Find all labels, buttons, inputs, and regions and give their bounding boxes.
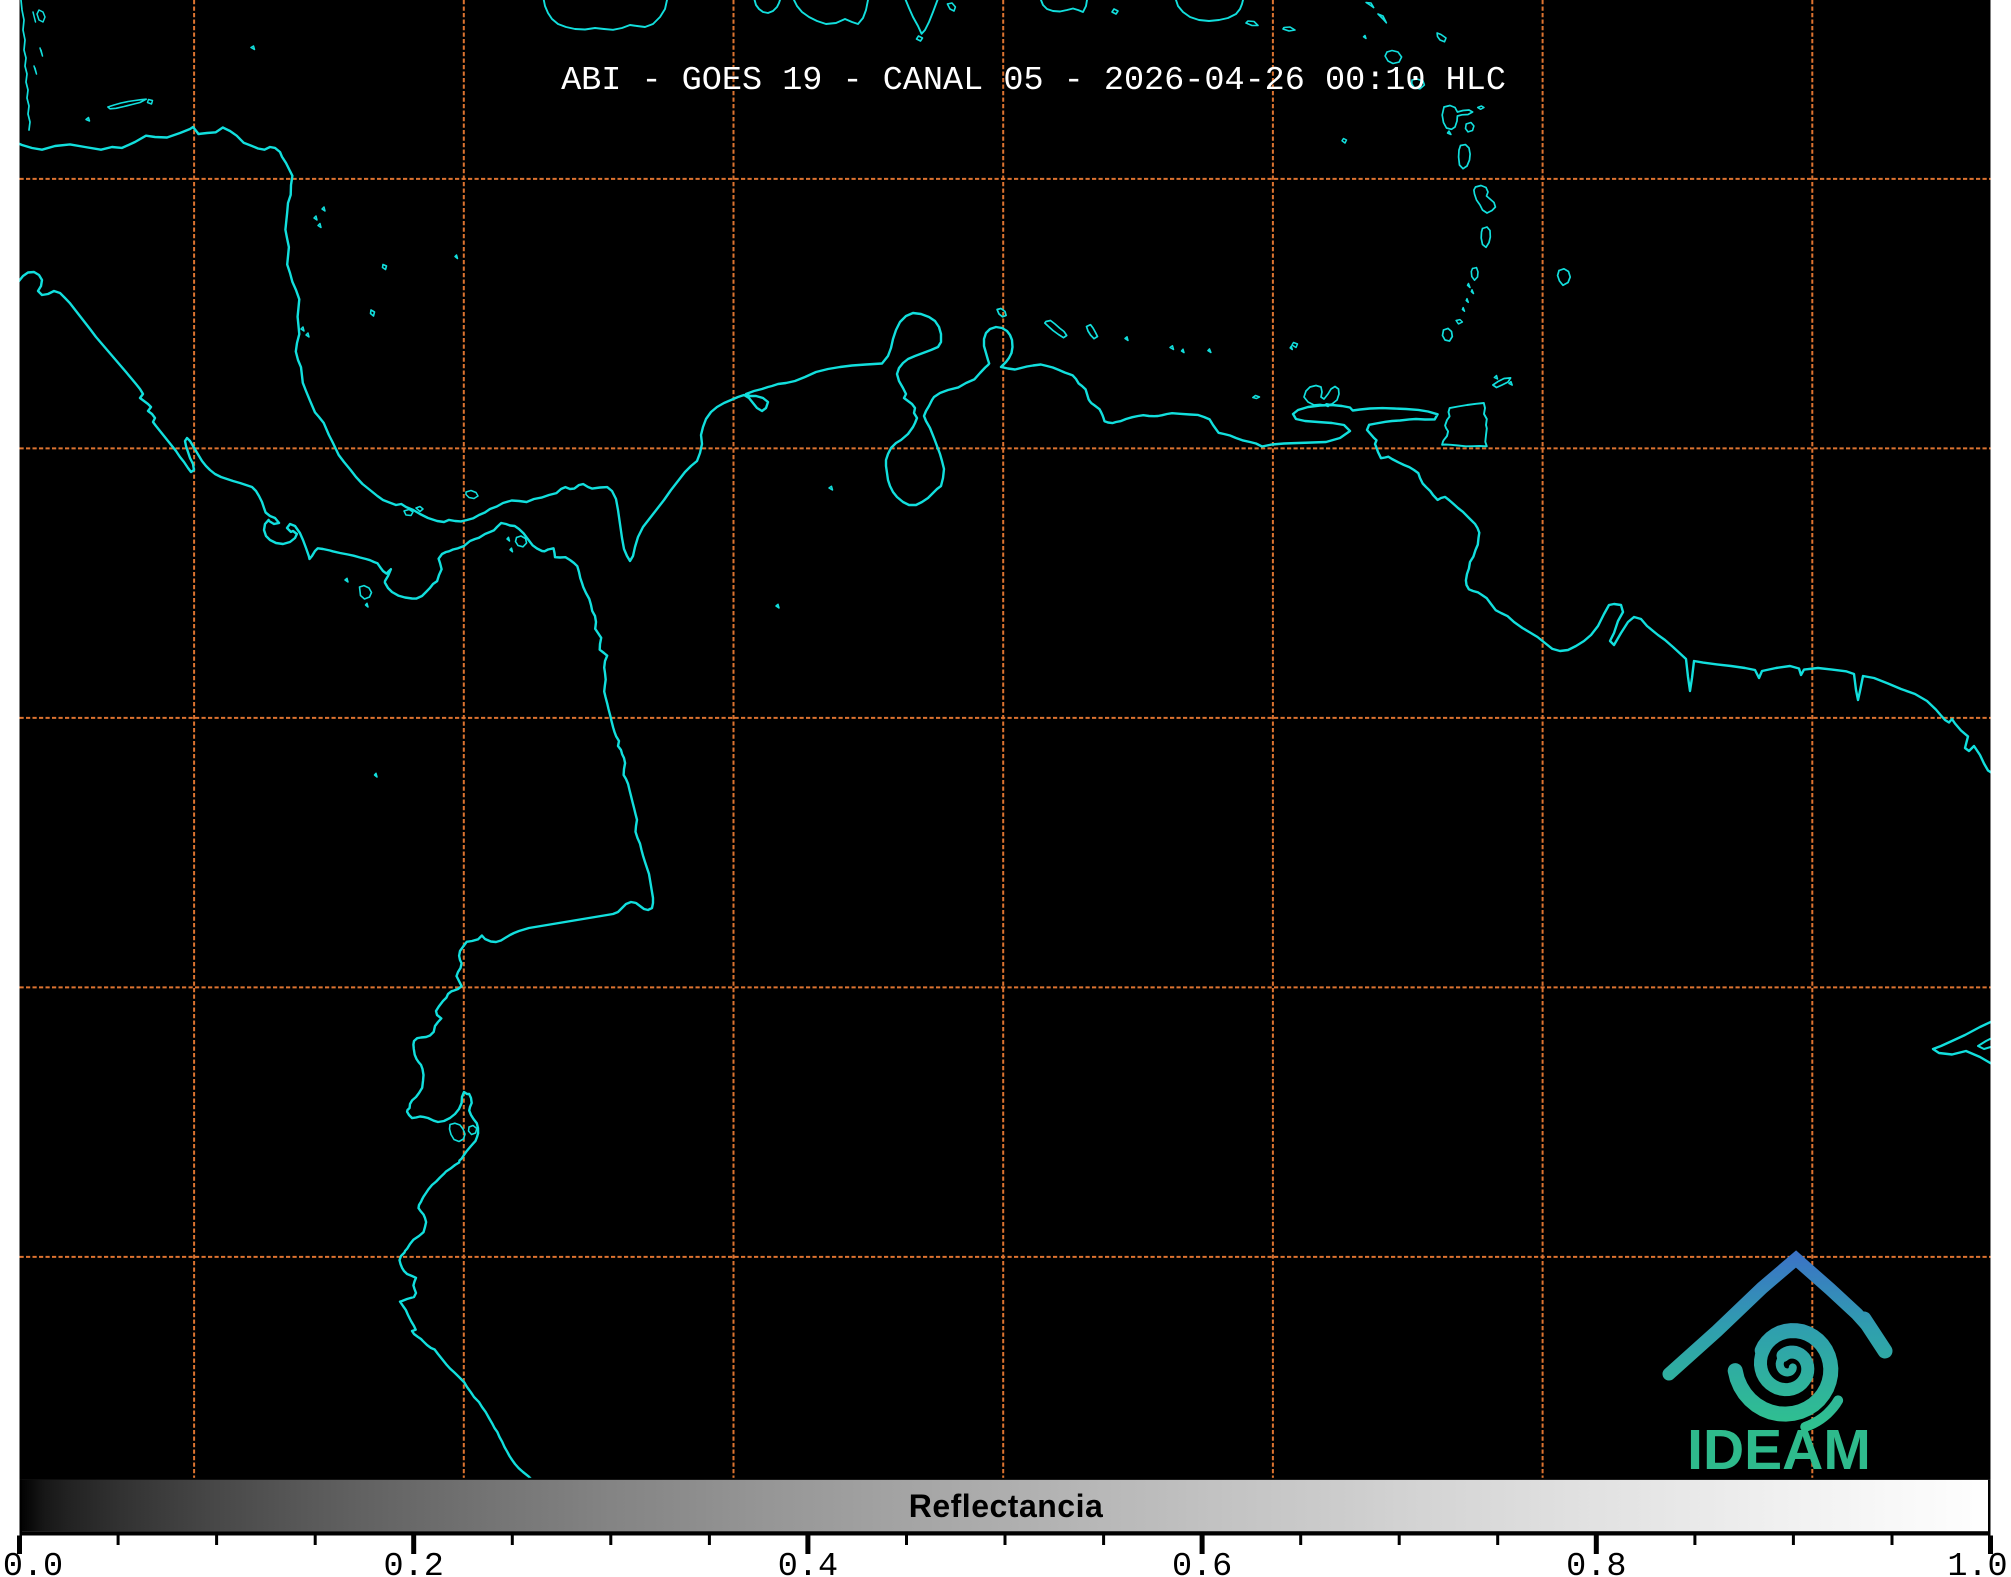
svg-text:IDEAM: IDEAM [1687,1418,1871,1482]
svg-text:0.8: 0.8 [1566,1548,1626,1577]
svg-text:1.0: 1.0 [1947,1548,2007,1577]
svg-text:0.0: 0.0 [3,1548,63,1577]
svg-text:Reflectancia: Reflectancia [909,1488,1104,1524]
svg-text:0.6: 0.6 [1172,1548,1232,1577]
svg-text:ABI - GOES 19 - CANAL 05 - 202: ABI - GOES 19 - CANAL 05 - 2026-04-26 00… [561,62,1506,100]
svg-text:0.2: 0.2 [384,1548,444,1577]
svg-text:0.4: 0.4 [778,1548,838,1577]
